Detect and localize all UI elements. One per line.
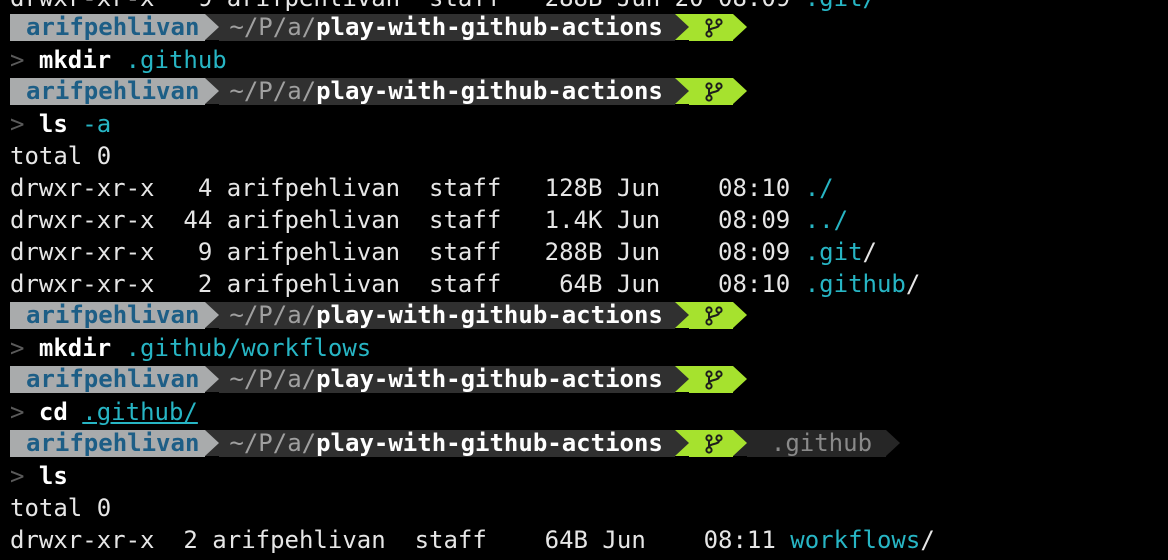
prompt-separator: [674, 430, 689, 456]
prompt-separator: [732, 78, 747, 104]
prompt-separator: [674, 302, 689, 328]
prompt-separator: [205, 78, 220, 104]
prompt-user: arifpehlivan: [10, 302, 206, 329]
prompt-separator: [205, 14, 220, 40]
terminal-line-partial: drwxr-xr-x 9 arifpehlivan staff 288B Jun…: [10, 0, 877, 14]
prompt-separator: [732, 430, 747, 456]
output-line: total 0: [10, 142, 112, 170]
prompt-path: ~/P/a/play-with-github-actions: [219, 14, 675, 41]
prompt-separator: [732, 302, 747, 328]
prompt-separator: [205, 302, 220, 328]
output-line: drwxr-xr-x 2 arifpehlivan staff 64B Jun …: [10, 526, 935, 554]
prompt-bar: arifpehlivan ~/P/a/play-with-github-acti…: [10, 366, 747, 393]
prompt-path: ~/P/a/play-with-github-actions: [219, 302, 675, 329]
prompt-bar: arifpehlivan ~/P/a/play-with-github-acti…: [10, 78, 747, 105]
prompt-separator: [205, 430, 220, 456]
prompt-separator: [732, 366, 747, 392]
prompt-bar: arifpehlivan ~/P/a/play-with-github-acti…: [10, 14, 747, 41]
prompt-user: arifpehlivan: [10, 366, 206, 393]
command-line: > mkdir .github/workflows: [10, 334, 372, 362]
command-line: > ls -a: [10, 110, 112, 138]
command-line: > mkdir .github: [10, 46, 227, 74]
prompt-separator: [205, 366, 220, 392]
git-branch-icon: [688, 366, 733, 393]
git-branch-icon: [688, 14, 733, 41]
prompt-separator: [886, 430, 901, 456]
prompt-separator: [674, 78, 689, 104]
git-branch-icon: [688, 302, 733, 329]
output-line: drwxr-xr-x 2 arifpehlivan staff 64B Jun …: [10, 270, 921, 298]
output-line: drwxr-xr-x 4 arifpehlivan staff 128B Jun…: [10, 174, 834, 202]
output-line: total 0: [10, 494, 112, 522]
command-line: > ls: [10, 462, 68, 490]
git-branch-icon: [688, 430, 733, 457]
prompt-user: arifpehlivan: [10, 14, 206, 41]
prompt-user: arifpehlivan: [10, 430, 206, 457]
prompt-path: ~/P/a/play-with-github-actions: [219, 78, 675, 105]
prompt-path: ~/P/a/play-with-github-actions: [219, 366, 675, 393]
prompt-separator: [732, 14, 747, 40]
output-line: drwxr-xr-x 44 arifpehlivan staff 1.4K Ju…: [10, 206, 849, 234]
git-branch-icon: [688, 78, 733, 105]
prompt-subdir: .github: [746, 430, 887, 457]
prompt-bar: arifpehlivan ~/P/a/play-with-github-acti…: [10, 430, 901, 457]
prompt-separator: [674, 14, 689, 40]
output-line: drwxr-xr-x 9 arifpehlivan staff 288B Jun…: [10, 238, 877, 266]
prompt-separator: [674, 366, 689, 392]
prompt-user: arifpehlivan: [10, 78, 206, 105]
prompt-path: ~/P/a/play-with-github-actions: [219, 430, 675, 457]
prompt-bar: arifpehlivan ~/P/a/play-with-github-acti…: [10, 302, 747, 329]
command-line: > cd .github/: [10, 398, 198, 426]
